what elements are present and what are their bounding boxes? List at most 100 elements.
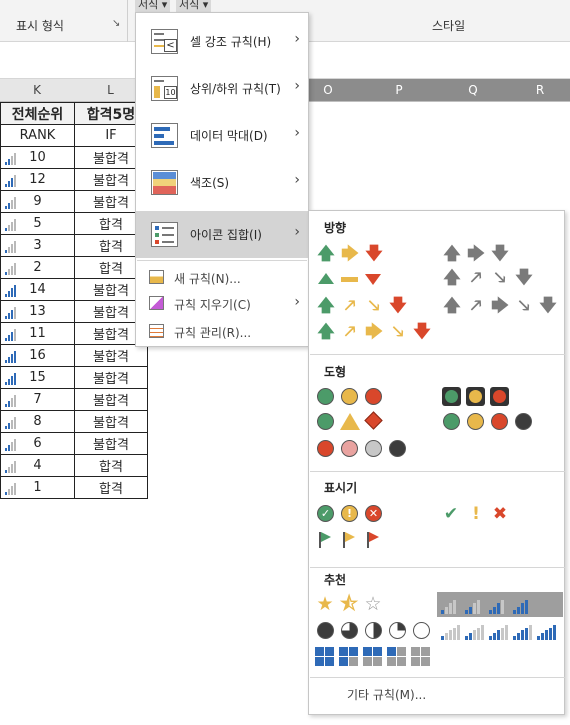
rank-cell[interactable]: 4 xyxy=(0,454,75,477)
result-cell[interactable]: 합격 xyxy=(74,454,148,477)
result-cell[interactable]: 불합격 xyxy=(74,432,148,455)
quarter-full-icon[interactable] xyxy=(317,622,334,639)
circle-green-icon[interactable] xyxy=(317,388,334,405)
column-header-o[interactable]: O xyxy=(310,79,346,102)
check-circle-icon[interactable]: ✓ xyxy=(317,505,334,522)
rank-cell[interactable]: 5 xyxy=(0,212,75,235)
arrow-down-red-icon[interactable]: 🡇 xyxy=(365,245,383,263)
traffic-light-green-icon[interactable] xyxy=(442,387,461,406)
arrow-up-gray-icon[interactable]: 🡅 xyxy=(443,297,461,315)
result-cell[interactable]: 합격 xyxy=(74,476,148,499)
quarter-three-icon[interactable] xyxy=(341,622,358,639)
star-half-icon[interactable]: ⯪ xyxy=(340,595,358,614)
rank-cell[interactable]: 6 xyxy=(0,432,75,455)
triangle-down-red-icon[interactable] xyxy=(365,274,381,285)
arrow-down-right-yellow-icon[interactable]: 🡖 xyxy=(389,323,407,341)
circle-red-icon[interactable] xyxy=(491,413,508,430)
boxes-icon[interactable] xyxy=(387,647,407,667)
quarter-one-icon[interactable] xyxy=(389,622,406,639)
circle-yellow-icon[interactable] xyxy=(467,413,484,430)
arrow-right-yellow-icon[interactable]: 🡆 xyxy=(341,245,359,263)
arrow-right-gray-icon[interactable]: 🡆 xyxy=(491,297,509,315)
star-full-icon[interactable]: ★ xyxy=(316,595,334,614)
ribbon-tab-format-b[interactable]: 서식 ▾ xyxy=(176,0,212,12)
circle-green-icon[interactable] xyxy=(443,413,460,430)
ribbon-tab-format-a[interactable]: 서식 ▾ xyxy=(135,0,171,12)
arrow-down-red-icon[interactable]: 🡇 xyxy=(413,323,431,341)
triangle-up-green-icon[interactable] xyxy=(318,273,334,284)
arrow-down-right-yellow-icon[interactable]: 🡖 xyxy=(365,297,383,315)
rank-cell[interactable]: 3 xyxy=(0,234,75,257)
circle-black-icon[interactable] xyxy=(389,440,406,457)
rank-cell[interactable]: 8 xyxy=(0,410,75,433)
rank-cell[interactable]: 14 xyxy=(0,278,75,301)
circle-gray-icon[interactable] xyxy=(365,440,382,457)
circle-pink-icon[interactable] xyxy=(341,440,358,457)
result-cell[interactable]: 불합격 xyxy=(74,410,148,433)
diamond-red-icon[interactable] xyxy=(364,411,383,430)
rank-cell[interactable]: 2 xyxy=(0,256,75,279)
more-rules-link[interactable]: 기타 규칙(M)... xyxy=(347,686,426,703)
rank-cell[interactable]: 12 xyxy=(0,168,75,191)
boxes-icon[interactable] xyxy=(339,647,359,667)
arrow-right-gray-icon[interactable]: 🡆 xyxy=(467,245,485,263)
rank-cell[interactable]: 7 xyxy=(0,388,75,411)
signal-bars-icon[interactable] xyxy=(465,622,487,640)
triangle-yellow-icon[interactable] xyxy=(340,413,360,430)
circle-yellow-icon[interactable] xyxy=(341,388,358,405)
column-header-k[interactable]: K xyxy=(0,79,74,102)
arrow-up-green-icon[interactable]: 🡅 xyxy=(317,323,335,341)
traffic-light-red-icon[interactable] xyxy=(490,387,509,406)
exclamation-icon[interactable]: ! xyxy=(467,505,485,523)
boxes-icon[interactable] xyxy=(363,647,383,667)
circle-black-icon[interactable] xyxy=(515,413,532,430)
arrow-right-yellow-icon[interactable]: 🡆 xyxy=(365,323,383,341)
menu-item-new-rule[interactable]: 새 규칙(N)... xyxy=(136,265,308,289)
menu-item-top-bottom-rules[interactable]: 10 상위/하위 규칙(T) › xyxy=(136,65,308,112)
circle-red-icon[interactable] xyxy=(365,388,382,405)
arrow-up-right-gray-icon[interactable]: 🡕 xyxy=(467,269,485,287)
quarter-empty-icon[interactable] xyxy=(413,622,430,639)
signal-bars-icon[interactable] xyxy=(513,622,535,640)
arrow-up-right-yellow-icon[interactable]: 🡕 xyxy=(341,323,359,341)
rank-cell[interactable]: 9 xyxy=(0,190,75,213)
arrow-up-gray-icon[interactable]: 🡅 xyxy=(443,245,461,263)
arrow-up-right-gray-icon[interactable]: 🡕 xyxy=(467,297,485,315)
signal-bars-icon[interactable] xyxy=(537,622,559,640)
flag-yellow-icon[interactable] xyxy=(341,531,357,549)
arrow-down-gray-icon[interactable]: 🡇 xyxy=(515,269,533,287)
flag-green-icon[interactable] xyxy=(317,531,333,549)
rank-cell[interactable]: 11 xyxy=(0,322,75,345)
exclamation-circle-icon[interactable]: ! xyxy=(341,505,358,522)
signal-bars-icon[interactable] xyxy=(513,596,535,614)
star-empty-icon[interactable]: ☆ xyxy=(364,595,382,614)
menu-item-color-scales[interactable]: 색조(S) › xyxy=(136,159,308,206)
signal-bars-icon[interactable] xyxy=(441,596,463,614)
arrow-down-right-gray-icon[interactable]: 🡖 xyxy=(491,269,509,287)
result-cell[interactable]: 불합격 xyxy=(74,366,148,389)
menu-item-icon-sets[interactable]: 아이콘 집합(I) › xyxy=(136,211,308,258)
x-mark-icon[interactable]: ✖ xyxy=(491,505,509,523)
arrow-up-green-icon[interactable]: 🡅 xyxy=(317,297,335,315)
rank-cell[interactable]: 13 xyxy=(0,300,75,323)
signal-bars-icon[interactable] xyxy=(489,622,511,640)
circle-red-icon[interactable] xyxy=(317,440,334,457)
menu-item-data-bars[interactable]: 데이터 막대(D) › xyxy=(136,112,308,159)
subheader-cell-rank[interactable]: RANK xyxy=(0,124,75,147)
signal-bars-icon[interactable] xyxy=(465,596,487,614)
x-circle-icon[interactable]: ✕ xyxy=(365,505,382,522)
checkmark-icon[interactable]: ✔ xyxy=(442,505,460,523)
arrow-up-right-yellow-icon[interactable]: 🡕 xyxy=(341,297,359,315)
rank-cell[interactable]: 15 xyxy=(0,366,75,389)
menu-item-clear-rules[interactable]: 규칙 지우기(C) › xyxy=(136,291,308,315)
signal-bars-icon[interactable] xyxy=(441,622,463,640)
signal-bars-icon[interactable] xyxy=(489,596,511,614)
quarter-half-icon[interactable] xyxy=(365,622,382,639)
boxes-icon[interactable] xyxy=(315,647,335,667)
flag-red-icon[interactable] xyxy=(365,531,381,549)
rank-cell[interactable]: 1 xyxy=(0,476,75,499)
rank-cell[interactable]: 10 xyxy=(0,146,75,169)
boxes-icon[interactable] xyxy=(411,647,431,667)
arrow-down-red-icon[interactable]: 🡇 xyxy=(389,297,407,315)
dialog-launcher-icon[interactable]: ↘ xyxy=(112,18,120,29)
